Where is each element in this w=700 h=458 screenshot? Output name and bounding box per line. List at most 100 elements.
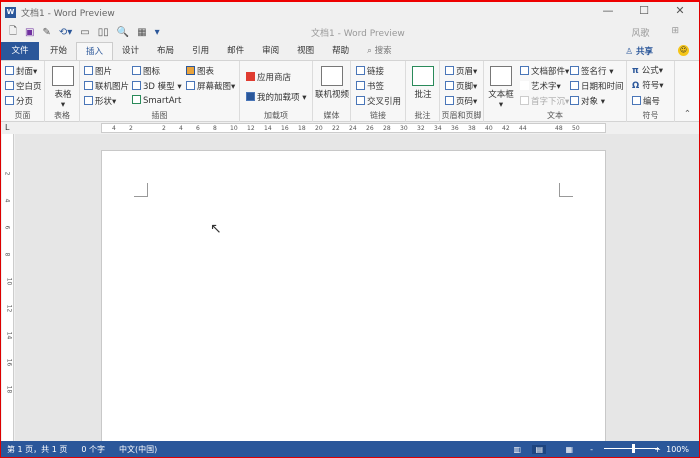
new-document-icon[interactable]: 🗋 — [9, 24, 17, 41]
search-box[interactable]: ⌕ 搜索 — [358, 42, 400, 60]
ruler-tick-label: 38 — [468, 125, 476, 132]
zoom-out-button[interactable]: - — [590, 445, 593, 454]
print-layout-icon[interactable]: ▤ — [532, 444, 546, 454]
label: 公式 — [641, 66, 659, 76]
smiley-feedback-icon[interactable]: ☺ — [678, 45, 689, 56]
tab-mailings[interactable]: 邮件 — [218, 42, 253, 60]
horizontal-ruler[interactable]: 4 2 2 4 6 8 10 12 14 16 18 20 22 24 26 28 30 32 34 36 38 40 42… — [101, 123, 606, 133]
tab-help[interactable]: 帮助 — [323, 42, 358, 60]
symbol-button[interactable]: Ω 符号▾ — [632, 79, 663, 91]
tab-insert[interactable]: 插入 — [76, 42, 114, 60]
ruler-tick-label: 4 — [179, 125, 183, 132]
page-break-button[interactable]: 分页 — [5, 95, 33, 107]
object-button[interactable]: 对象 ▾ — [570, 95, 605, 107]
bookmark-icon — [356, 81, 365, 90]
user-name[interactable]: 风歌 — [631, 26, 649, 39]
tab-design[interactable]: 设计 — [113, 42, 148, 60]
table-button[interactable]: 表格 ▾ — [51, 66, 75, 110]
ruler-tick-label: 20 — [315, 125, 323, 132]
online-video-button[interactable]: 联机视频 — [315, 66, 349, 100]
picture-icon[interactable]: ▭ — [80, 27, 89, 38]
ruler-tick-label: 18 — [298, 125, 306, 132]
group-label: 页眉和页脚 — [441, 111, 482, 120]
cover-page-button[interactable]: 封面▾ — [5, 65, 37, 77]
ribbon-display-icon[interactable]: ⊞ — [671, 26, 679, 39]
chart-button[interactable]: 图表 — [186, 65, 214, 77]
tab-stop-selector[interactable]: L — [5, 123, 9, 132]
format-painter-icon[interactable]: ✎ — [43, 27, 51, 38]
customize-qat-icon[interactable]: ▾ — [155, 27, 160, 38]
columns-icon[interactable]: ▯▯ — [98, 27, 109, 38]
3d-models-button[interactable]: 3D 模型 ▾ — [132, 80, 182, 92]
screenshot-button[interactable]: 屏幕截图▾ — [186, 80, 235, 92]
icons-button[interactable]: 图标 — [132, 65, 160, 77]
online-pictures-button[interactable]: 联机图片 — [84, 80, 129, 92]
print-preview-icon[interactable]: 🔍 — [117, 27, 129, 38]
document-page[interactable]: ↖ — [101, 150, 606, 450]
cross-reference-button[interactable]: 交叉引用 — [356, 95, 401, 107]
person-icon: ♙ — [625, 47, 634, 57]
table-icon — [52, 66, 74, 86]
language[interactable]: 中文(中国) — [119, 444, 157, 455]
omega-icon: Ω — [632, 81, 643, 91]
pictures-button[interactable]: 图片 — [84, 65, 112, 77]
header-button[interactable]: 页眉▾ — [445, 65, 477, 77]
label: 图表 — [197, 67, 215, 77]
collapse-ribbon-icon[interactable]: ⌃ — [684, 109, 691, 119]
group-symbols: π 公式▾ Ω 符号▾ 编号 符号 — [627, 61, 675, 122]
link-button[interactable]: 链接 — [356, 65, 384, 77]
ruler-tick-label: 14 — [5, 331, 13, 340]
date-time-button[interactable]: 日期和时间 — [570, 80, 624, 92]
header-icon — [445, 66, 454, 75]
read-mode-icon[interactable]: ▥ — [513, 445, 521, 454]
zoom-level[interactable]: 100% — [666, 445, 689, 454]
undo-icon[interactable]: ⟲▾ — [59, 27, 72, 38]
equation-button[interactable]: π 公式▾ — [632, 64, 663, 76]
ruler-tick-label: 34 — [434, 125, 442, 132]
label: 文本框 — [488, 90, 514, 100]
zoom-slider-thumb[interactable] — [632, 444, 635, 453]
smartart-button[interactable]: SmartArt — [132, 95, 181, 106]
footer-button[interactable]: 页脚▾ — [445, 80, 477, 92]
tab-review[interactable]: 审阅 — [253, 42, 288, 60]
share-button[interactable]: ♙ 共享 — [625, 45, 653, 57]
maximize-button[interactable]: ☐ — [629, 4, 659, 17]
ribbon: 封面▾ 空白页 分页 页面 表格 ▾ 表格 图片 联机图片 形状▾ 图标 3D 模… — [1, 60, 699, 122]
label: 对象 — [581, 97, 599, 107]
blank-page-button[interactable]: 空白页 — [5, 80, 42, 92]
tab-home[interactable]: 开始 — [41, 42, 76, 60]
label: 交叉引用 — [367, 97, 402, 107]
textbox-button[interactable]: 文本框 ▾ — [487, 66, 515, 110]
minimize-button[interactable]: — — [593, 4, 623, 17]
screenshot-icon[interactable]: ▦ — [137, 27, 146, 38]
footer-icon — [445, 81, 454, 90]
blank-page-icon — [5, 81, 14, 90]
zoom-slider[interactable] — [604, 444, 659, 453]
shapes-button[interactable]: 形状▾ — [84, 95, 116, 107]
signature-line-button[interactable]: 签名行 ▾ — [570, 65, 613, 77]
comment-button[interactable]: 批注 — [410, 66, 436, 100]
page-count[interactable]: 第 1 页，共 1 页 — [7, 444, 67, 455]
vertical-ruler[interactable]: 2 4 6 8 10 12 14 16 18 — [2, 134, 14, 441]
tab-layout[interactable]: 布局 — [148, 42, 183, 60]
label: 页脚 — [456, 82, 474, 92]
save-icon[interactable]: ▣ — [25, 27, 34, 38]
my-addins-button[interactable]: 我的加载项 ▾ — [246, 91, 306, 103]
word-count[interactable]: 0 个字 — [81, 444, 105, 455]
close-button[interactable]: ✕ — [665, 4, 695, 17]
store-button[interactable]: 应用商店 — [246, 71, 291, 83]
label: 我的加载项 — [257, 93, 300, 103]
bookmark-button[interactable]: 书签 — [356, 80, 384, 92]
quick-parts-button[interactable]: 文档部件▾ — [520, 65, 569, 77]
tab-file[interactable]: 文件 — [1, 42, 39, 60]
chart-icon — [186, 66, 195, 75]
zoom-in-button[interactable]: + — [654, 445, 661, 454]
addins-icon — [246, 92, 255, 101]
ruler-tick-label: 22 — [332, 125, 340, 132]
tab-view[interactable]: 视图 — [288, 42, 323, 60]
web-layout-icon[interactable]: ▦ — [565, 445, 573, 454]
numbering-button[interactable]: 编号 — [632, 95, 660, 107]
wordart-button[interactable]: 艺术字▾ — [520, 80, 561, 92]
tab-references[interactable]: 引用 — [183, 42, 218, 60]
page-number-button[interactable]: 页码▾ — [445, 95, 477, 107]
